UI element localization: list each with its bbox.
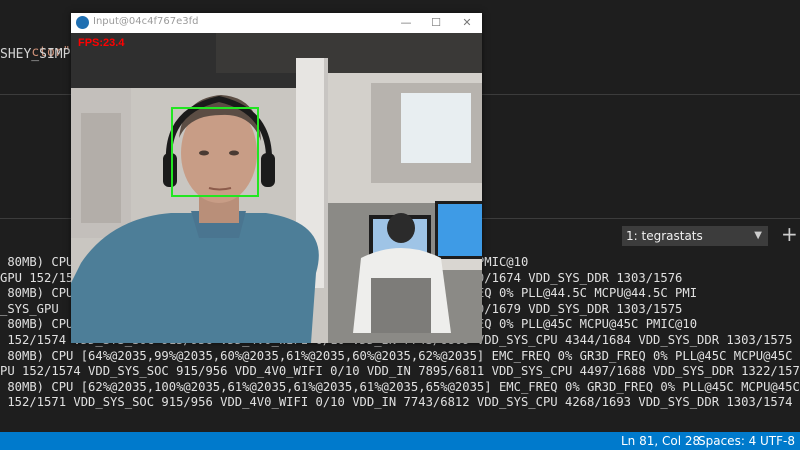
terminal-line: 152/1571 VDD_SYS_SOC 915/956 VDD_4V0_WIF…: [0, 395, 793, 410]
code-line-2[interactable]: SHEY_SIMPL: [0, 47, 78, 62]
camera-feed-image: [71, 33, 482, 343]
camera-window-titlebar[interactable]: Input@04c4f767e3fd — ☐ ✕: [71, 13, 482, 33]
terminal-line: PU 152/1574 VDD_SYS_SOC 915/956 VDD_4V0_…: [0, 364, 800, 379]
fps-label: FPS:23.4: [78, 37, 125, 49]
maximize-button[interactable]: ☐: [421, 13, 451, 33]
terminal-selector-value: 1: tegrastats: [626, 229, 703, 243]
camera-window-title: Input@04c4f767e3fd: [93, 16, 199, 27]
indentation-setting[interactable]: Spaces: 4: [698, 432, 756, 450]
encoding-setting[interactable]: UTF-8: [760, 432, 795, 450]
terminal-selector-dropdown[interactable]: 1: tegrastats ▼: [622, 226, 768, 246]
status-bar: Ln 81, Col 28 Spaces: 4 UTF-8: [0, 432, 800, 450]
camera-window[interactable]: Input@04c4f767e3fd — ☐ ✕ FPS:23.4: [71, 13, 482, 343]
close-button[interactable]: ✕: [452, 13, 482, 33]
terminal-line: 80MB) CPU [62%@2035,100%@2035,61%@2035,6…: [0, 379, 800, 394]
chevron-down-icon: ▼: [754, 230, 762, 241]
terminal-line: 80MB) CPU [64%@2035,99%@2035,60%@2035,61…: [0, 348, 800, 363]
office-scene: [71, 33, 482, 343]
app-icon: [76, 16, 89, 29]
cursor-position[interactable]: Ln 81, Col 28: [621, 432, 700, 450]
minimize-button[interactable]: —: [391, 13, 421, 33]
face-detection-box: [171, 107, 259, 197]
add-terminal-button[interactable]: +: [781, 223, 798, 245]
